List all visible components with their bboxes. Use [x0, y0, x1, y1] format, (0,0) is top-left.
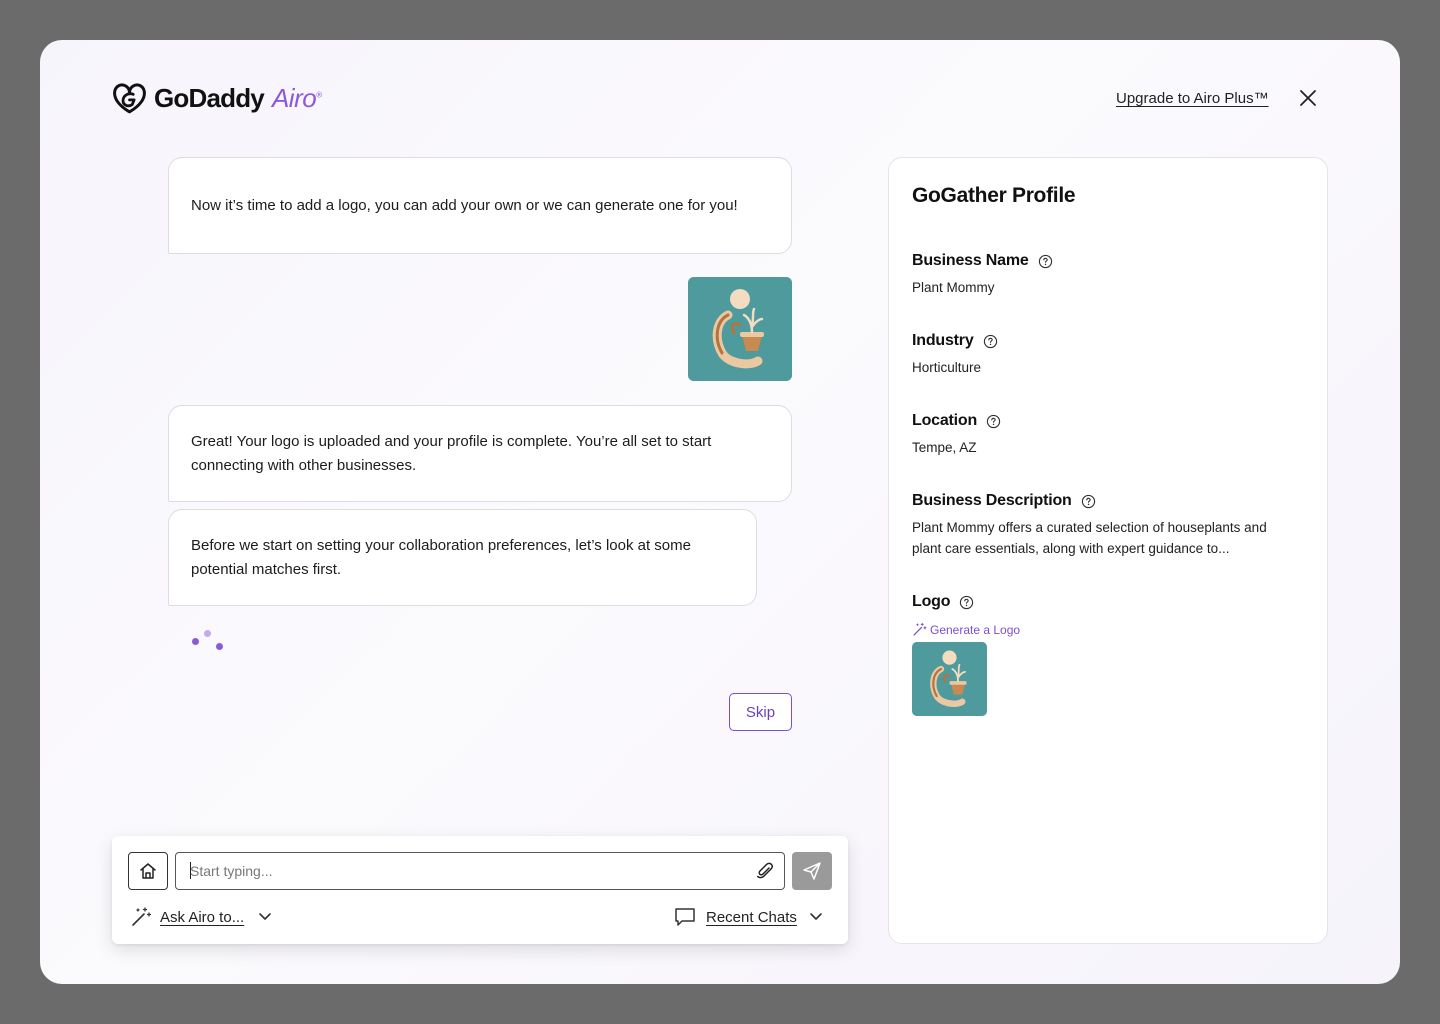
home-icon [140, 863, 156, 879]
text-caret [190, 862, 191, 879]
help-circle-icon[interactable] [1038, 254, 1053, 269]
chat-message-text: Now it’s time to add a logo, you can add… [191, 196, 738, 214]
profile-logo-image [912, 642, 987, 716]
ask-airo-label[interactable]: Ask Airo to... [160, 909, 244, 926]
field-label-industry: Industry [912, 332, 998, 350]
field-label-location: Location [912, 412, 1001, 430]
skip-button[interactable]: Skip [729, 693, 792, 731]
chevron-down-icon [810, 913, 822, 920]
field-value-description: Plant Mommy offers a curated selection o… [912, 520, 1267, 556]
home-button[interactable] [128, 852, 168, 890]
field-value-location: Tempe, AZ [912, 440, 977, 455]
profile-title: GoGather Profile [912, 184, 1076, 207]
help-circle-icon[interactable] [1081, 494, 1096, 509]
chat-bubble-icon [675, 908, 695, 926]
upgrade-link[interactable]: Upgrade to Airo Plus™ [1116, 90, 1269, 107]
send-button[interactable] [792, 852, 832, 890]
generate-logo-link[interactable]: Generate a Logo [912, 622, 1020, 637]
chat-message: Before we start on setting your collabor… [168, 509, 757, 606]
recent-chats-dropdown[interactable]: Recent Chats [674, 906, 825, 928]
ask-airo-dropdown[interactable]: Ask Airo to... [130, 906, 274, 928]
chevron-down-icon [259, 913, 272, 920]
generate-logo-label[interactable]: Generate a Logo [930, 623, 1020, 637]
message-input[interactable] [175, 852, 785, 890]
brand-product: Airo® [271, 82, 322, 113]
magic-wand-icon [132, 907, 152, 926]
plant-logo-art [912, 642, 987, 716]
heart-logo-icon [113, 83, 146, 114]
help-circle-icon[interactable] [983, 334, 998, 349]
recent-chats-label[interactable]: Recent Chats [706, 909, 797, 926]
field-value-industry: Horticulture [912, 360, 982, 375]
help-circle-icon[interactable] [959, 595, 974, 610]
chat-message: Now it’s time to add a logo, you can add… [168, 157, 792, 254]
profile-panel: GoGather Profile Business Name Plant Mom… [888, 157, 1328, 944]
chat-message: Great! Your logo is uploaded and your pr… [168, 405, 792, 502]
close-icon[interactable] [1298, 88, 1318, 108]
godaddy-airo-logo: GoDaddy Airo® [111, 81, 322, 115]
chat-composer: Ask Airo to... Recent Chats [112, 836, 848, 944]
brand-name: GoDaddy [154, 82, 265, 113]
help-circle-icon[interactable] [986, 414, 1001, 429]
uploaded-logo-image [688, 277, 792, 381]
chat-message-text: Before we start on setting your collabor… [191, 536, 691, 578]
airo-modal: GoDaddy Airo® Upgrade to Airo Plus™ Now … [40, 40, 1400, 984]
field-value-business-name: Plant Mommy [912, 280, 995, 295]
magic-wand-icon [913, 622, 927, 636]
field-label-business-name: Business Name [912, 252, 1053, 270]
paperclip-icon[interactable] [755, 861, 775, 881]
typing-indicator [190, 628, 230, 654]
send-icon [803, 862, 821, 880]
field-label-logo: Logo [912, 593, 974, 611]
field-label-description: Business Description [912, 492, 1096, 510]
plant-logo-art [688, 277, 792, 381]
chat-message-text: Great! Your logo is uploaded and your pr… [191, 432, 712, 474]
